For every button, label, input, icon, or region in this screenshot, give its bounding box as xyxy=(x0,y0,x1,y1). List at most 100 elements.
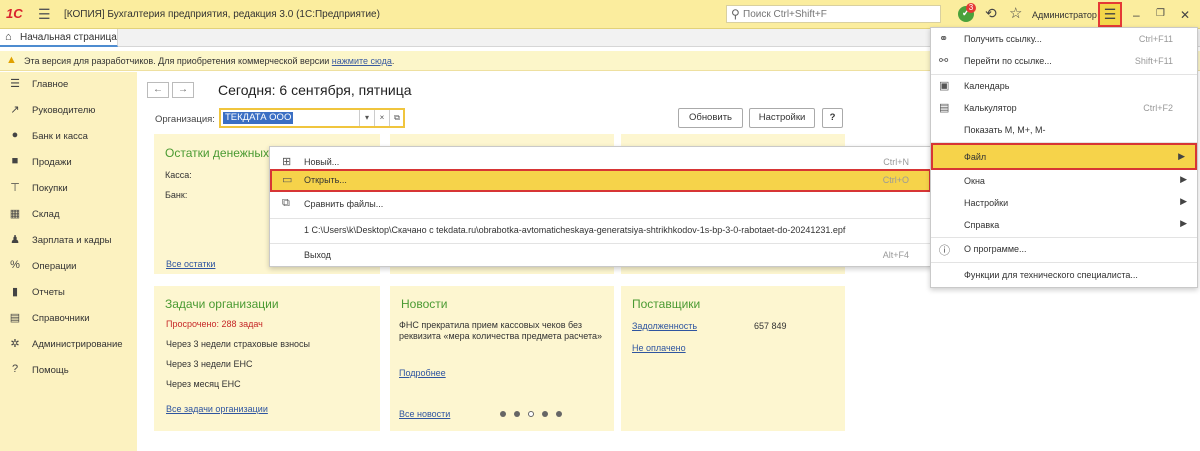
back-button[interactable]: ← xyxy=(147,82,169,98)
menu-item-compare[interactable]: ⧉ Сравнить файлы... xyxy=(270,193,931,216)
chart-line-icon: ↗ xyxy=(10,104,20,116)
notification-badge: 3 xyxy=(966,3,976,13)
clear-icon[interactable]: × xyxy=(374,110,389,126)
carousel-dot[interactable] xyxy=(500,411,506,417)
close-icon[interactable]: ✕ xyxy=(1180,8,1190,22)
menu-item-calendar[interactable]: ▣ Календарь xyxy=(931,75,1197,97)
debt-value: 657 849 xyxy=(754,321,787,331)
sidebar-item-warehouse[interactable]: ▦ Склад xyxy=(0,202,137,228)
menu-item-label: О программе... xyxy=(964,244,1027,254)
all-tasks-link[interactable]: Все задачи организации xyxy=(166,404,268,414)
sidebar-item-reports[interactable]: ▮ Отчеты xyxy=(0,280,137,306)
unpaid-link[interactable]: Не оплачено xyxy=(632,343,686,353)
menu-item-label: Открыть... xyxy=(304,175,347,185)
open-folder-icon: ▭ xyxy=(282,174,293,186)
help-button[interactable]: ? xyxy=(822,108,843,128)
carousel-dot[interactable] xyxy=(556,411,562,417)
tab-home[interactable]: ⌂ Начальная страница xyxy=(0,29,118,47)
menu-item-calculator[interactable]: ▤ Калькулятор Ctrl+F2 xyxy=(931,97,1197,119)
task-item[interactable]: Через 3 недели страховые взносы xyxy=(166,339,310,349)
submenu-arrow-icon: ▶ xyxy=(1180,218,1187,228)
settings-button[interactable]: Настройки xyxy=(749,108,815,128)
menu-item-get-link[interactable]: ⚭ Получить ссылку... Ctrl+F11 xyxy=(931,28,1197,50)
history-icon[interactable]: ⟲ xyxy=(985,5,997,22)
calculator-icon: ▤ xyxy=(939,102,950,114)
menu-item-label: Календарь xyxy=(964,81,1010,91)
debt-link[interactable]: Задолженность xyxy=(632,321,697,331)
menu-item-shortcut: Ctrl+F11 xyxy=(1138,34,1173,44)
search-input[interactable] xyxy=(743,7,933,21)
user-name[interactable]: Администратор xyxy=(1032,10,1097,20)
submenu-arrow-icon: ▶ xyxy=(1180,196,1187,206)
sidebar-item-sales[interactable]: ■ Продажи xyxy=(0,150,137,176)
menu-item-label: Справка xyxy=(964,220,1000,230)
carousel-dot-active[interactable] xyxy=(528,411,534,417)
refresh-button[interactable]: Обновить xyxy=(678,108,743,128)
main-menu-button[interactable]: ☰ xyxy=(1098,2,1122,27)
menu-item-label: Выход xyxy=(304,250,331,260)
sidebar-item-manager[interactable]: ↗ Руководителю xyxy=(0,98,137,124)
title-bar: 1С ☰ [КОПИЯ] Бухгалтерия предприятия, ре… xyxy=(0,0,1200,29)
menu-item-about[interactable]: ⓘ О программе... xyxy=(931,238,1197,260)
menu-item-settings[interactable]: Настройки ▶ xyxy=(931,192,1197,214)
global-search[interactable]: ⚲ xyxy=(726,5,941,23)
link-icon: ⚭ xyxy=(939,33,949,45)
org-value[interactable]: ТЕКДАТА ООО xyxy=(223,112,294,124)
menu-item-file[interactable]: Файл ▶ xyxy=(931,143,1197,170)
menu-item-show-memory[interactable]: Показать M, M+, M- xyxy=(931,119,1197,141)
menu-item-go-link[interactable]: ⚯ Перейти по ссылке... Shift+F11 xyxy=(931,50,1197,72)
menu-item-exit[interactable]: Выход Alt+F4 xyxy=(270,244,931,267)
carousel-dot[interactable] xyxy=(542,411,548,417)
bank-label: Банк: xyxy=(165,190,188,200)
restore-icon[interactable]: ❐ xyxy=(1156,8,1165,19)
menu-icon: ☰ xyxy=(10,78,20,90)
sidebar-item-admin[interactable]: ✲ Администрирование xyxy=(0,332,137,358)
sidebar-item-label: Помощь xyxy=(32,365,69,376)
menu-item-tech-functions[interactable]: Функции для технического специалиста... xyxy=(931,264,1197,286)
sidebar-item-label: Руководителю xyxy=(32,105,96,116)
news-more-link[interactable]: Подробнее xyxy=(399,368,446,378)
question-icon: ? xyxy=(11,363,19,375)
all-news-link[interactable]: Все новости xyxy=(399,409,450,419)
menu-item-recent-file[interactable]: 1 C:\Users\k\Desktop\Скачано с tekdata.r… xyxy=(270,219,931,242)
sidebar-item-label: Администрирование xyxy=(32,339,123,350)
sidebar-item-catalogs[interactable]: ▤ Справочники xyxy=(0,306,137,332)
forward-button[interactable]: → xyxy=(172,82,194,98)
menu-item-windows[interactable]: Окна ▶ xyxy=(931,170,1197,192)
overdue-tasks[interactable]: Просрочено: 288 задач xyxy=(166,319,263,329)
bag-icon: ■ xyxy=(11,155,19,167)
cash-label: Касса: xyxy=(165,170,192,180)
sidebar-item-main[interactable]: ☰ Главное xyxy=(0,72,137,98)
menu-item-label: Показать M, M+, M- xyxy=(964,125,1046,135)
buy-link[interactable]: нажмите сюда xyxy=(332,56,392,66)
org-field[interactable]: ТЕКДАТА ООО ▾ × ⧉ xyxy=(219,108,405,128)
all-balances-link[interactable]: Все остатки xyxy=(166,259,215,269)
sidebar: ☰ Главное ↗ Руководителю ● Банк и касса ■ Пр… xyxy=(0,72,137,451)
hamburger-icon[interactable]: ☰ xyxy=(38,6,51,23)
go-link-icon: ⚯ xyxy=(939,55,949,67)
minimize-icon[interactable]: ‒ xyxy=(1133,8,1140,22)
sidebar-item-bank[interactable]: ● Банк и касса xyxy=(0,124,137,150)
sidebar-item-help[interactable]: ? Помощь xyxy=(0,358,137,384)
menu-item-label: Перейти по ссылке... xyxy=(964,56,1052,66)
menu-item-label: 1 C:\Users\k\Desktop\Скачано с tekdata.r… xyxy=(304,225,846,235)
menu-item-help[interactable]: Справка ▶ xyxy=(931,214,1197,236)
cart-icon: ⊤ xyxy=(10,182,20,194)
favorites-icon[interactable]: ☆ xyxy=(1009,4,1022,22)
carousel-dot[interactable] xyxy=(514,411,520,417)
menu-item-label: Настройки xyxy=(964,198,1009,208)
sidebar-item-salary[interactable]: ♟ Зарплата и кадры xyxy=(0,228,137,254)
gear-icon: ✲ xyxy=(10,338,20,350)
menu-item-open[interactable]: ▭ Открыть... Ctrl+O xyxy=(270,169,931,192)
task-item[interactable]: Через месяц ЕНС xyxy=(166,379,241,389)
info-icon: ⓘ xyxy=(939,245,950,257)
sidebar-item-label: Отчеты xyxy=(32,287,65,298)
open-icon[interactable]: ⧉ xyxy=(389,110,404,126)
sidebar-item-purchases[interactable]: ⊤ Покупки xyxy=(0,176,137,202)
suppliers-title: Поставщики xyxy=(632,297,701,311)
sidebar-item-label: Продажи xyxy=(32,157,72,168)
dropdown-icon[interactable]: ▾ xyxy=(359,110,374,126)
1c-logo: 1С xyxy=(6,6,23,21)
sidebar-item-operations[interactable]: % Операции xyxy=(0,254,137,280)
task-item[interactable]: Через 3 недели ЕНС xyxy=(166,359,252,369)
